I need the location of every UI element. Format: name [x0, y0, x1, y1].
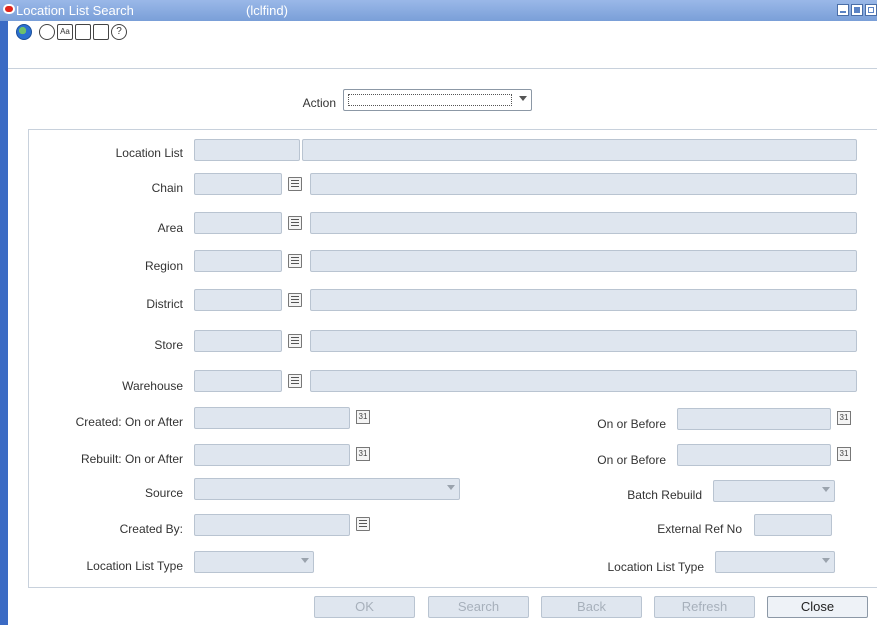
location-list-type-label: Location List Type [86, 559, 183, 573]
rebuilt-after-label: Rebuilt: On or After [80, 452, 183, 466]
rebuilt-before-label: On or Before [597, 453, 666, 467]
chevron-down-icon [447, 485, 455, 490]
region-label: Region [144, 259, 183, 273]
calendar-icon[interactable] [75, 24, 91, 40]
district-label: District [146, 297, 183, 311]
oracle-logo-icon [3, 4, 15, 14]
area-lov-icon[interactable] [288, 216, 302, 230]
area-desc-input[interactable] [310, 212, 857, 234]
close-button[interactable]: Close [767, 596, 868, 618]
batch-rebuild-select[interactable] [713, 480, 835, 502]
created-after-input[interactable] [194, 407, 350, 429]
location-list-type-select[interactable] [194, 551, 314, 573]
warehouse-lov-icon[interactable] [288, 374, 302, 388]
created-before-input[interactable] [677, 408, 831, 430]
chain-desc-input[interactable] [310, 173, 857, 195]
notes-icon[interactable] [93, 24, 109, 40]
created-before-calendar-icon[interactable]: 31 [837, 411, 851, 425]
chain-label: Chain [151, 181, 183, 195]
back-button[interactable]: Back [541, 596, 642, 618]
region-lov-icon[interactable] [288, 254, 302, 268]
store-id-input[interactable] [194, 330, 282, 352]
created-by-input[interactable] [194, 514, 350, 536]
source-select[interactable] [194, 478, 460, 500]
window-frame [0, 21, 8, 625]
district-lov-icon[interactable] [288, 293, 302, 307]
store-desc-input[interactable] [310, 330, 857, 352]
warehouse-label: Warehouse [122, 379, 183, 393]
district-id-input[interactable] [194, 289, 282, 311]
rebuilt-after-calendar-icon[interactable]: 31 [356, 447, 370, 461]
store-lov-icon[interactable] [288, 334, 302, 348]
help-icon[interactable]: ? [111, 24, 127, 40]
source-label: Source [144, 486, 183, 500]
chevron-down-icon [519, 96, 527, 101]
created-before-label: On or Before [597, 417, 666, 431]
chevron-down-icon [822, 487, 830, 492]
window-code: (lclfind) [246, 3, 288, 18]
rebuilt-after-input[interactable] [194, 444, 350, 466]
chain-id-input[interactable] [194, 173, 282, 195]
area-id-input[interactable] [194, 212, 282, 234]
search-panel [28, 129, 877, 588]
external-ref-no-label: External Ref No [657, 522, 742, 536]
store-label: Store [154, 338, 183, 352]
toolbar [8, 21, 877, 45]
text-icon[interactable]: Aa [57, 24, 73, 40]
location-list-type-right-select[interactable] [715, 551, 835, 573]
rebuilt-before-calendar-icon[interactable]: 31 [837, 447, 851, 461]
created-after-label: Created: On or After [75, 415, 183, 429]
location-list-type-right-label: Location List Type [607, 560, 704, 574]
rebuilt-before-input[interactable] [677, 444, 831, 466]
external-ref-no-input[interactable] [754, 514, 832, 536]
chain-lov-icon[interactable] [288, 177, 302, 191]
ok-button[interactable]: OK [314, 596, 415, 618]
chevron-down-icon [301, 558, 309, 563]
minimize-button[interactable] [837, 4, 849, 16]
created-by-lov-icon[interactable] [356, 517, 370, 531]
close-window-button[interactable] [865, 4, 877, 16]
area-label: Area [157, 221, 183, 235]
district-desc-input[interactable] [310, 289, 857, 311]
location-list-desc-input[interactable] [302, 139, 857, 161]
created-after-calendar-icon[interactable]: 31 [356, 410, 370, 424]
refresh-button[interactable]: Refresh [654, 596, 755, 618]
region-id-input[interactable] [194, 250, 282, 272]
chevron-down-icon [822, 558, 830, 563]
maximize-button[interactable] [851, 4, 863, 16]
warehouse-desc-input[interactable] [310, 370, 857, 392]
created-by-label: Created By: [119, 522, 183, 536]
action-select[interactable] [343, 89, 532, 111]
help-tip-icon[interactable] [39, 24, 55, 40]
search-button[interactable]: Search [428, 596, 529, 618]
action-label: Action [302, 96, 336, 110]
window-title: Location List Search [16, 3, 134, 18]
region-desc-input[interactable] [310, 250, 857, 272]
warehouse-id-input[interactable] [194, 370, 282, 392]
toolbar-divider [8, 68, 877, 69]
location-list-label: Location List [115, 146, 183, 160]
batch-rebuild-label: Batch Rebuild [627, 488, 702, 502]
location-list-id-input[interactable] [194, 139, 300, 161]
globe-icon[interactable] [16, 24, 32, 40]
